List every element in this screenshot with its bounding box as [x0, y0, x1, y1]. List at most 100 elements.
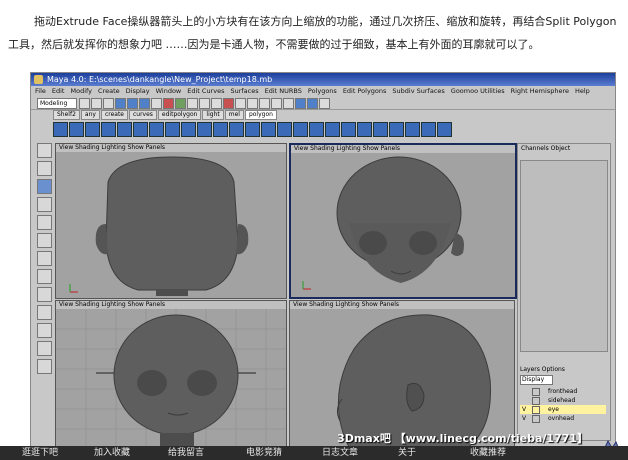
mask-surfaces-icon[interactable]: [199, 98, 210, 109]
shelf-tab-light[interactable]: light: [202, 110, 224, 120]
layer-row[interactable]: Veye: [520, 405, 606, 414]
menu-window[interactable]: Window: [156, 87, 182, 95]
new-scene-icon[interactable]: [79, 98, 90, 109]
layers-header[interactable]: Layers Options: [520, 366, 606, 373]
layer-color-swatch[interactable]: [532, 406, 540, 414]
select-hierarchy-icon[interactable]: [115, 98, 126, 109]
render-icon[interactable]: [295, 98, 306, 109]
layer-color-swatch[interactable]: [532, 415, 540, 423]
menu-goomoo-utilities[interactable]: Goomoo Utilities: [451, 87, 505, 95]
layer-row[interactable]: Vovnhead: [520, 414, 606, 423]
bottom-link[interactable]: 收藏推荐: [470, 446, 506, 460]
merge-vertices-icon[interactable]: [261, 122, 276, 137]
collapse-icon[interactable]: [293, 122, 308, 137]
separate-icon[interactable]: [165, 122, 180, 137]
select-component-icon[interactable]: [139, 98, 150, 109]
shelf-tab-curves[interactable]: curves: [128, 110, 157, 120]
mask-handles-icon[interactable]: [163, 98, 174, 109]
mask-curves-icon[interactable]: [187, 98, 198, 109]
poly-cube-icon[interactable]: [69, 122, 84, 137]
outliner-layout-icon[interactable]: [37, 323, 52, 338]
select-object-icon[interactable]: [127, 98, 138, 109]
four-view-layout-icon[interactable]: [37, 287, 52, 302]
append-polygon-icon[interactable]: [277, 122, 292, 137]
split-polygon-icon[interactable]: [245, 122, 260, 137]
lasso-tool-icon[interactable]: [37, 161, 52, 176]
mask-joints-icon[interactable]: [175, 98, 186, 109]
shelf-tab-create[interactable]: create: [100, 110, 128, 120]
viewport-menu[interactable]: View Shading Lighting Show Panels: [56, 301, 286, 309]
mode-selector[interactable]: Modeling: [37, 98, 77, 109]
two-view-layout-icon[interactable]: [37, 305, 52, 320]
menu-surfaces[interactable]: Surfaces: [230, 87, 258, 95]
poly-plane-icon[interactable]: [117, 122, 132, 137]
viewport-menu[interactable]: View Shading Lighting Show Panels: [290, 301, 514, 309]
mask-icon[interactable]: [151, 98, 162, 109]
menu-right-hemisphere[interactable]: Right Hemisphere: [511, 87, 569, 95]
single-view-layout-icon[interactable]: [37, 269, 52, 284]
mask-rendering-icon[interactable]: [235, 98, 246, 109]
bottom-link[interactable]: 日志文章: [322, 446, 358, 460]
shelf-tab-editpolygon[interactable]: editpolygon: [157, 110, 202, 120]
extrude-face-icon[interactable]: [213, 122, 228, 137]
quadrangulate-icon[interactable]: [421, 122, 436, 137]
shelf-tab-mel[interactable]: mel: [224, 110, 244, 120]
manipulator-tool-icon[interactable]: [37, 233, 52, 248]
menu-edit-nurbs[interactable]: Edit NURBS: [265, 87, 302, 95]
layer-color-swatch[interactable]: [532, 388, 540, 396]
menu-edit-curves[interactable]: Edit Curves: [187, 87, 224, 95]
menu-subdiv-surfaces[interactable]: Subdiv Surfaces: [392, 87, 444, 95]
harden-edge-icon[interactable]: [357, 122, 372, 137]
rotate-tool-icon[interactable]: [37, 197, 52, 212]
viewport-bottom-left[interactable]: View Shading Lighting Show Panels: [55, 300, 287, 450]
bottom-link[interactable]: 给我留言: [168, 446, 204, 460]
move-tool-icon[interactable]: [37, 179, 52, 194]
reverse-normals-icon[interactable]: [325, 122, 340, 137]
shelf-tab-polygon[interactable]: polygon: [244, 110, 277, 120]
layer-color-swatch[interactable]: [532, 397, 540, 405]
poly-sphere-icon[interactable]: [53, 122, 68, 137]
layer-row[interactable]: sidehead: [520, 396, 606, 405]
shelf-tab-shelf2[interactable]: Shelf2: [53, 110, 80, 120]
layer-display-dropdown[interactable]: Display: [520, 375, 553, 385]
bottom-link[interactable]: 关于: [398, 446, 416, 460]
menu-help[interactable]: Help: [575, 87, 590, 95]
smooth-icon[interactable]: [197, 122, 212, 137]
poly-torus-icon[interactable]: [133, 122, 148, 137]
open-scene-icon[interactable]: [91, 98, 102, 109]
save-scene-icon[interactable]: [103, 98, 114, 109]
scale-tool-icon[interactable]: [37, 215, 52, 230]
extrude-edge-icon[interactable]: [229, 122, 244, 137]
combine-icon[interactable]: [149, 122, 164, 137]
snap-point-icon[interactable]: [271, 98, 282, 109]
bottom-link[interactable]: 电影竞猜: [246, 446, 282, 460]
viewport-menu[interactable]: View Shading Lighting Show Panels: [56, 144, 286, 152]
mask-dynamics-icon[interactable]: [223, 98, 234, 109]
mask-deformers-icon[interactable]: [211, 98, 222, 109]
snap-grid-icon[interactable]: [247, 98, 258, 109]
layer-row[interactable]: fronthead: [520, 387, 606, 396]
poly-history-icon[interactable]: [437, 122, 452, 137]
viewport-menu[interactable]: View Shading Lighting Show Panels: [291, 145, 515, 153]
menu-file[interactable]: File: [35, 87, 46, 95]
menu-display[interactable]: Display: [126, 87, 150, 95]
soften-edge-icon[interactable]: [341, 122, 356, 137]
triangulate-icon[interactable]: [405, 122, 420, 137]
render-globals-icon[interactable]: [319, 98, 330, 109]
delete-edge-icon[interactable]: [373, 122, 388, 137]
menu-create[interactable]: Create: [98, 87, 120, 95]
mirror-icon[interactable]: [389, 122, 404, 137]
hypershade-layout-icon[interactable]: [37, 359, 52, 374]
bottom-link[interactable]: 逛逛下吧: [22, 446, 58, 460]
menu-polygons[interactable]: Polygons: [308, 87, 337, 95]
layer-visibility-check[interactable]: V: [522, 405, 528, 414]
poly-cone-icon[interactable]: [101, 122, 116, 137]
bevel-icon[interactable]: [309, 122, 324, 137]
poly-cylinder-icon[interactable]: [85, 122, 100, 137]
channel-box[interactable]: [520, 160, 608, 352]
layer-visibility-check[interactable]: V: [522, 414, 528, 423]
menu-edit-polygons[interactable]: Edit Polygons: [343, 87, 387, 95]
menu-modify[interactable]: Modify: [70, 87, 92, 95]
channel-box-header[interactable]: Channels Object: [518, 144, 610, 153]
viewport-top-right[interactable]: View Shading Lighting Show Panels: [289, 143, 517, 299]
